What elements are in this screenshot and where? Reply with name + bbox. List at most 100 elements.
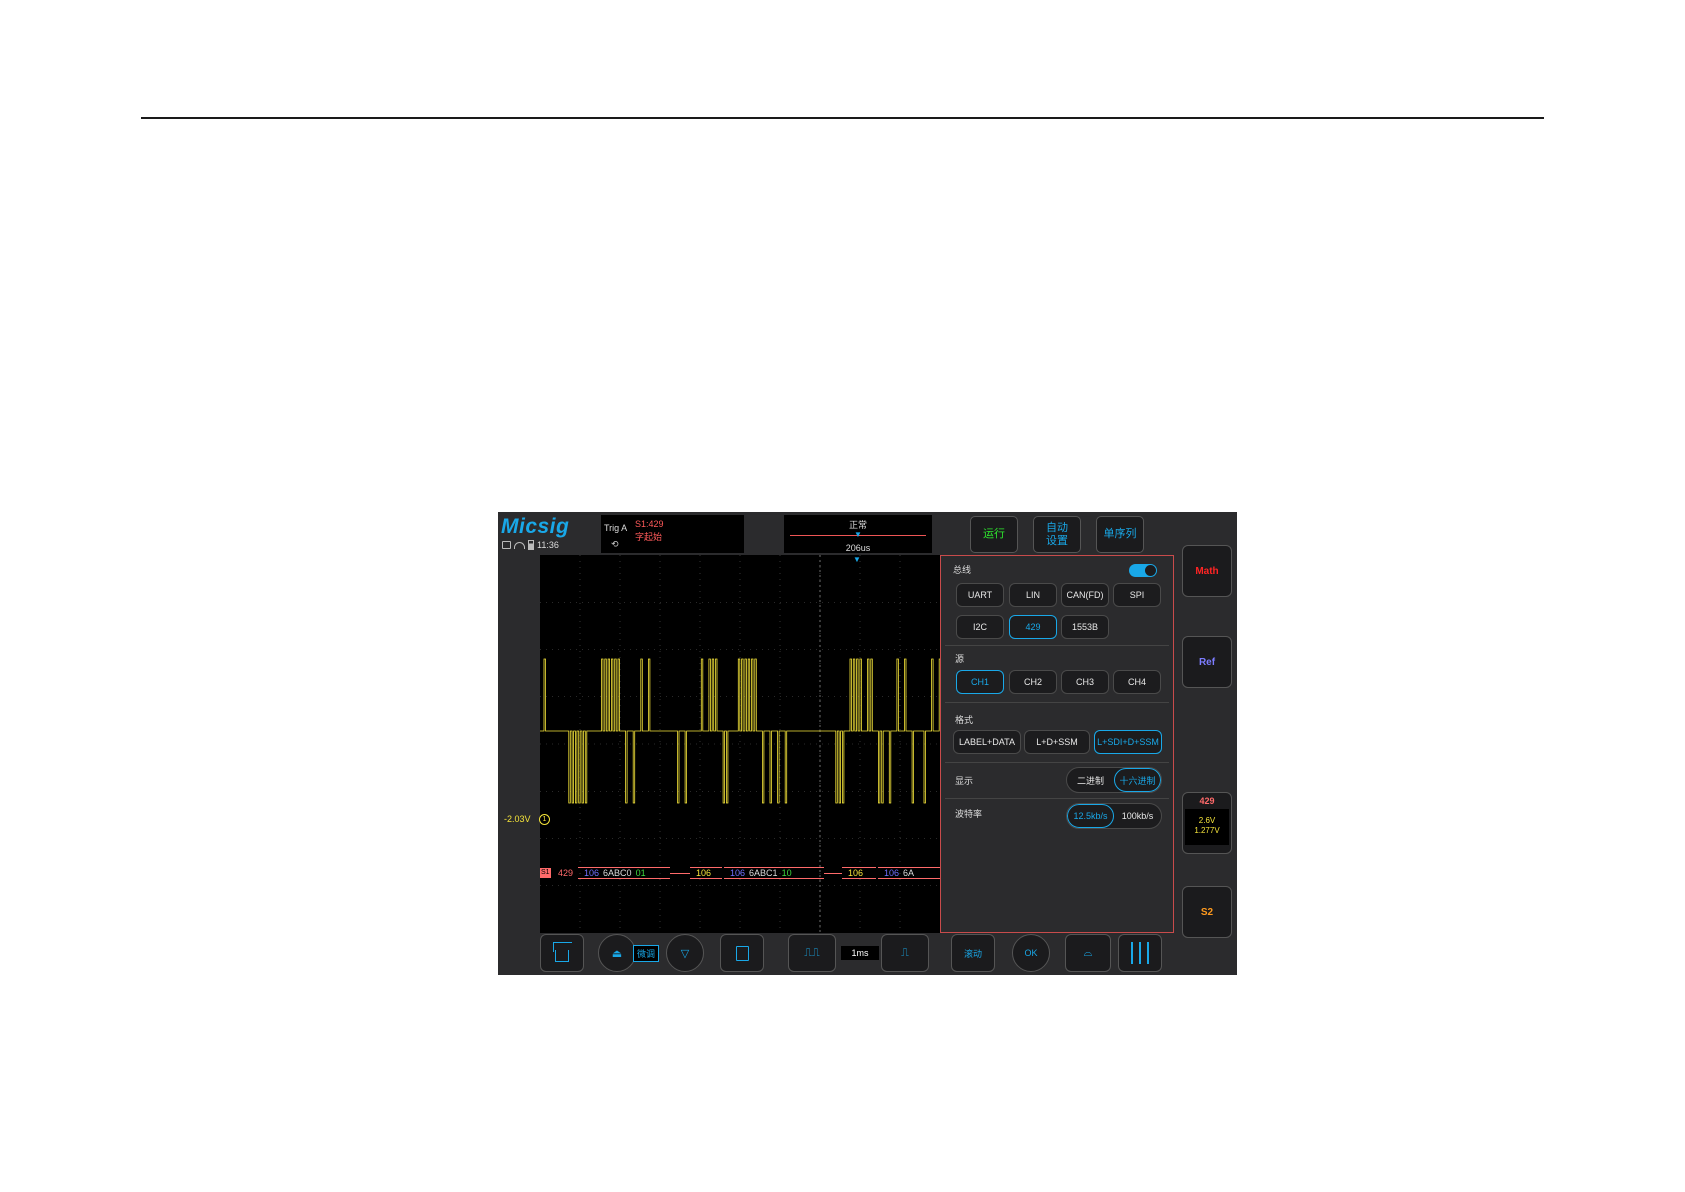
bus-type-spi[interactable]: SPI <box>1113 583 1161 607</box>
trigger-label: Trig A <box>604 523 628 533</box>
display-hex[interactable]: 十六进制 <box>1113 768 1161 792</box>
bus-s1-card[interactable]: 429 2.6V 1.277V <box>1182 792 1232 854</box>
scroll-up-button[interactable]: ⏏ <box>598 934 636 972</box>
roll-button[interactable]: 滚动 <box>951 934 995 972</box>
source-ch3[interactable]: CH3 <box>1061 670 1109 694</box>
bus-type-429[interactable]: 429 <box>1009 615 1057 639</box>
s1-bus-marker[interactable]: S1 <box>540 868 551 878</box>
decode-label-frame: 106 <box>690 867 722 879</box>
page-top-rule <box>141 117 1544 119</box>
decode-label: 106 <box>848 868 864 878</box>
math-button[interactable]: Math <box>1182 545 1232 597</box>
s2-button[interactable]: S2 <box>1182 886 1232 938</box>
bus-decode-row: S1 429 106 6ABC0 01 106 106 6ABC1 10 106 106… <box>540 867 940 880</box>
menu-divider <box>945 645 1169 646</box>
baud-title: 波特率 <box>955 809 983 819</box>
source-ch1[interactable]: CH1 <box>956 670 1004 694</box>
timebase-panel[interactable]: 正常 ▼ 206us <box>784 515 932 553</box>
format-l-d-ssm[interactable]: L+D+SSM <box>1024 730 1090 754</box>
decode-frame: 106 6A <box>878 867 940 879</box>
bus-card-threshold-high: 2.6V <box>1198 816 1216 825</box>
monitor-icon <box>502 541 511 549</box>
bus-card-threshold-low: 1.277V <box>1194 826 1220 835</box>
wifi-icon <box>514 541 525 549</box>
bus-card-thresholds: 2.6V 1.277V <box>1185 809 1229 845</box>
menu-divider <box>945 798 1169 799</box>
oscilloscope-screen: Micsig 11:36 Trig A S1:429 字起始 ⟲ 正常 ▼ 20… <box>498 512 1237 975</box>
home-button[interactable] <box>540 934 584 972</box>
timebase-value: 1ms <box>841 946 879 960</box>
trigger-source: S1:429 <box>635 519 664 529</box>
measure-bars-button[interactable] <box>1118 934 1162 972</box>
waveform-expand-icon: ⎍ <box>901 946 909 959</box>
bus-type-1553b[interactable]: 1553B <box>1061 615 1109 639</box>
bus-type-uart[interactable]: UART <box>956 583 1004 607</box>
decode-idle-line <box>824 873 842 874</box>
save-icon <box>735 945 749 961</box>
decode-data: 6ABC1 <box>749 868 778 878</box>
single-sequence-button[interactable]: 单序列 <box>1096 516 1144 553</box>
cursor-button[interactable]: ⌓ <box>1065 934 1111 972</box>
vertical-bars-icon <box>1131 942 1149 964</box>
ch1-trace <box>540 658 940 804</box>
bus-type-can-fd[interactable]: CAN(FD) <box>1061 583 1109 607</box>
display-binary[interactable]: 二进制 <box>1067 768 1114 792</box>
fine-adjust-label[interactable]: 微调 <box>633 945 660 962</box>
timebase-increase-button[interactable]: ⎍ <box>881 934 929 972</box>
ch1-marker[interactable]: 1 <box>539 814 550 825</box>
baud-100k[interactable]: 100kb/s <box>1114 804 1161 828</box>
decode-label: 106 <box>730 868 746 878</box>
trigger-position-icon: ▼ <box>854 530 862 539</box>
decode-label: 106 <box>884 868 900 878</box>
ref-button[interactable]: Ref <box>1182 636 1232 688</box>
bus-title: 总线 <box>953 565 972 575</box>
decode-sdi: 01 <box>635 868 646 878</box>
triangle-down-icon: ▽ <box>680 947 690 960</box>
ok-button[interactable]: OK <box>1012 934 1050 972</box>
horizontal-delay: 206us <box>845 543 871 553</box>
battery-icon <box>528 540 534 550</box>
display-format-selector[interactable]: 二进制 十六进制 <box>1066 767 1162 793</box>
brand-logo: Micsig <box>501 515 570 538</box>
decode-data: 6A <box>903 868 915 878</box>
run-button[interactable]: 运行 <box>970 516 1018 553</box>
decode-sdi: 10 <box>781 868 792 878</box>
source-ch2[interactable]: CH2 <box>1009 670 1057 694</box>
roll-label: 滚动 <box>963 948 982 959</box>
timebase-decrease-button[interactable]: ⎍⎍ <box>788 934 836 972</box>
decode-protocol: 429 <box>558 868 574 878</box>
display-title: 显示 <box>955 776 974 786</box>
decode-data: 6ABC0 <box>603 868 632 878</box>
trigger-mode: 字起始 <box>635 532 663 542</box>
baud-rate-selector[interactable]: 12.5kb/s 100kb/s <box>1066 803 1162 829</box>
menu-divider <box>945 702 1169 703</box>
baud-12-5k[interactable]: 12.5kb/s <box>1067 804 1115 828</box>
decode-frame: 106 6ABC0 01 <box>578 867 670 879</box>
scroll-down-button[interactable]: ▽ <box>666 934 704 972</box>
channel-offset-readout: -2.03V <box>504 814 531 824</box>
bus-type-i2c[interactable]: I2C <box>956 615 1004 639</box>
eject-up-icon: ⏏ <box>611 947 623 960</box>
format-label-data[interactable]: LABEL+DATA <box>953 730 1021 754</box>
format-title: 格式 <box>955 715 974 725</box>
format-l-sdi-d-ssm[interactable]: L+SDI+D+SSM <box>1094 730 1162 754</box>
bus-card-title: 429 <box>1199 796 1215 806</box>
auto-setup-button[interactable]: 自动 设置 <box>1033 516 1081 553</box>
status-bar: 11:36 <box>502 540 559 550</box>
source-ch4[interactable]: CH4 <box>1113 670 1161 694</box>
source-title: 源 <box>955 654 965 664</box>
trigger-info-panel[interactable]: Trig A S1:429 字起始 ⟲ <box>601 515 744 553</box>
edge-icon: ⟲ <box>611 539 619 549</box>
trigger-point-icon[interactable]: ▼ <box>853 555 861 564</box>
home-icon <box>555 950 569 962</box>
save-button[interactable] <box>720 934 764 972</box>
menu-divider <box>945 762 1169 763</box>
ok-label: OK <box>1024 948 1038 958</box>
bus-enable-toggle[interactable] <box>1129 564 1157 577</box>
bus-type-lin[interactable]: LIN <box>1009 583 1057 607</box>
decode-frame: 106 6ABC1 10 <box>724 867 824 879</box>
waveform-compress-icon: ⎍⎍ <box>804 946 820 959</box>
bus-settings-menu: 总线 UART LIN CAN(FD) SPI I2C 429 1553B 源 … <box>940 555 1174 933</box>
decode-label: 106 <box>584 868 600 878</box>
decode-label-frame: 106 <box>842 867 876 879</box>
